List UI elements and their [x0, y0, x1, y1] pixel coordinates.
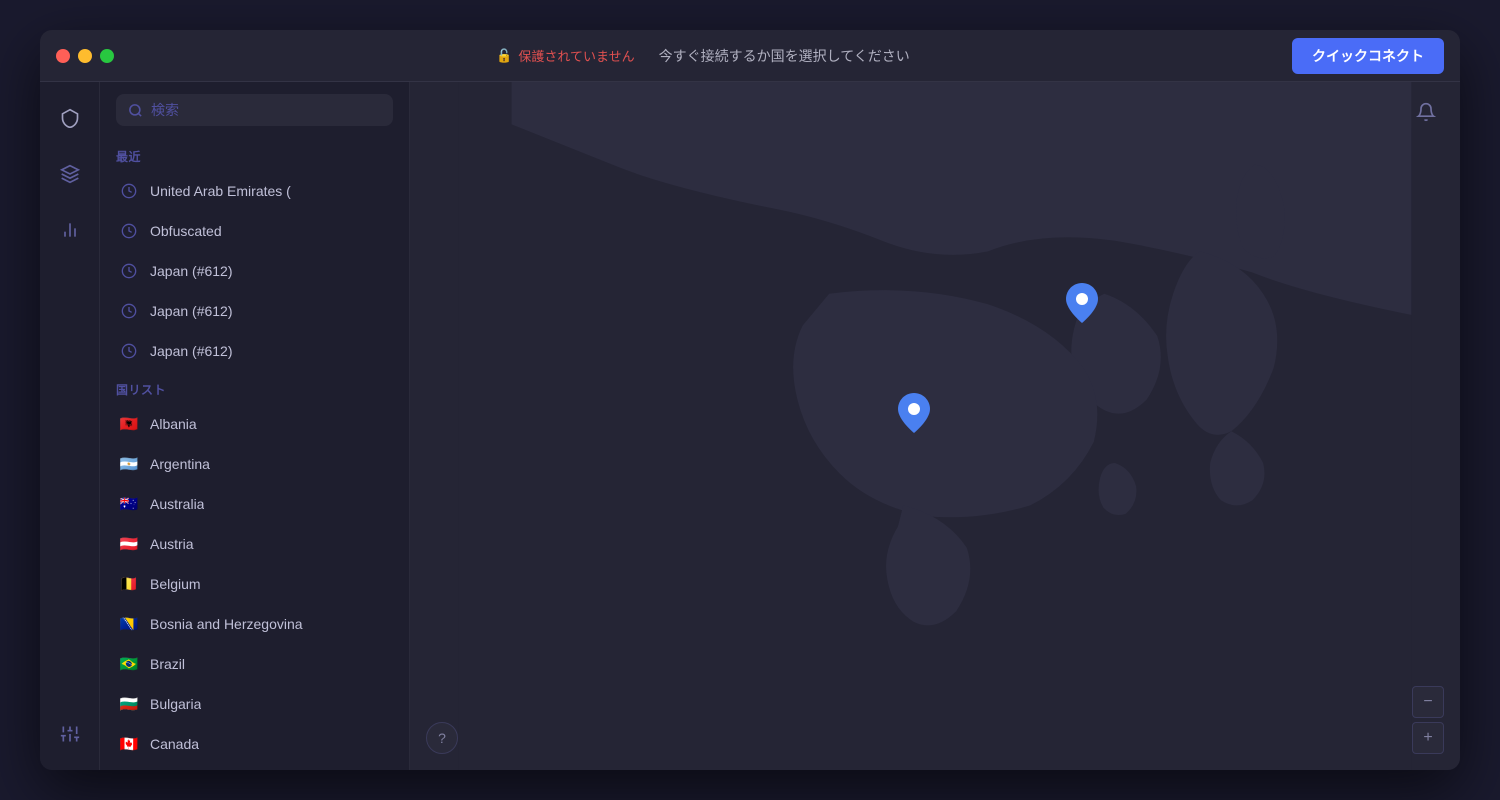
recent-item-japan3[interactable]: Japan (#612) — [108, 331, 401, 371]
flag-bulgaria: 🇧🇬 — [118, 693, 140, 715]
map-pin-1[interactable] — [896, 391, 932, 440]
country-brazil[interactable]: 🇧🇷 Brazil — [108, 644, 401, 684]
recent-item-japan2-name: Japan (#612) — [150, 303, 233, 319]
titlebar-subtitle: 今すぐ接続するか国を選択してください — [659, 46, 910, 66]
recent-section-header: 最近 — [108, 138, 401, 171]
country-austria-name: Austria — [150, 536, 194, 552]
traffic-lights — [56, 49, 114, 63]
map-controls: − + — [1412, 686, 1444, 754]
search-icon — [128, 103, 143, 118]
sidebar-item-stats[interactable] — [50, 210, 90, 250]
map-area: ? − + — [410, 82, 1460, 770]
help-icon: ? — [438, 730, 446, 746]
zoom-out-button[interactable]: − — [1412, 686, 1444, 718]
help-button[interactable]: ? — [426, 722, 458, 754]
flag-austria: 🇦🇹 — [118, 533, 140, 555]
flag-bosnia: 🇧🇦 — [118, 613, 140, 635]
zoom-in-icon: + — [1423, 729, 1432, 747]
country-belgium[interactable]: 🇧🇪 Belgium — [108, 564, 401, 604]
close-button[interactable] — [56, 49, 70, 63]
zoom-out-icon: − — [1423, 693, 1432, 711]
sidebar-item-shield[interactable] — [50, 98, 90, 138]
recent-item-uae[interactable]: United Arab Emirates ( — [108, 171, 401, 211]
country-bulgaria[interactable]: 🇧🇬 Bulgaria — [108, 684, 401, 724]
zoom-in-button[interactable]: + — [1412, 722, 1444, 754]
lock-icon: 🔓 — [496, 48, 512, 64]
recent-clock-icon — [118, 180, 140, 202]
status-text: 保護されていません — [518, 46, 634, 65]
country-albania-name: Albania — [150, 416, 197, 432]
country-brazil-name: Brazil — [150, 656, 185, 672]
recent-clock-icon-4 — [118, 300, 140, 322]
country-austria[interactable]: 🇦🇹 Austria — [108, 524, 401, 564]
map-pin-2[interactable] — [1064, 281, 1100, 330]
quick-connect-button[interactable]: クイックコネクト — [1292, 38, 1444, 74]
country-chile[interactable]: 🇨🇱 Chile — [108, 764, 401, 770]
sidebar — [40, 82, 100, 770]
sidebar-item-settings[interactable] — [50, 714, 90, 754]
flag-albania: 🇦🇱 — [118, 413, 140, 435]
recent-item-japan1[interactable]: Japan (#612) — [108, 251, 401, 291]
country-panel: 最近 United Arab Emirates ( — [100, 82, 410, 770]
country-canada[interactable]: 🇨🇦 Canada — [108, 724, 401, 764]
recent-item-japan3-name: Japan (#612) — [150, 343, 233, 359]
search-input[interactable] — [151, 102, 381, 118]
country-bosnia[interactable]: 🇧🇦 Bosnia and Herzegovina — [108, 604, 401, 644]
main-layout: 最近 United Arab Emirates ( — [40, 82, 1460, 770]
recent-clock-icon-5 — [118, 340, 140, 362]
flag-argentina: 🇦🇷 — [118, 453, 140, 475]
country-australia-name: Australia — [150, 496, 204, 512]
search-bar — [100, 82, 409, 138]
connection-status: 🔓 保護されていません — [496, 46, 634, 65]
titlebar: 🔓 保護されていません 今すぐ接続するか国を選択してください クイックコネクト — [40, 30, 1460, 82]
country-australia[interactable]: 🇦🇺 Australia — [108, 484, 401, 524]
country-belgium-name: Belgium — [150, 576, 201, 592]
notification-button[interactable] — [1408, 94, 1444, 130]
flag-canada: 🇨🇦 — [118, 733, 140, 755]
recent-clock-icon-2 — [118, 220, 140, 242]
recent-item-uae-name: United Arab Emirates ( — [150, 183, 291, 199]
country-argentina-name: Argentina — [150, 456, 210, 472]
recent-item-obfuscated-name: Obfuscated — [150, 223, 222, 239]
search-wrapper[interactable] — [116, 94, 393, 126]
sidebar-item-layers[interactable] — [50, 154, 90, 194]
country-list: 最近 United Arab Emirates ( — [100, 138, 409, 770]
recent-item-japan2[interactable]: Japan (#612) — [108, 291, 401, 331]
country-argentina[interactable]: 🇦🇷 Argentina — [108, 444, 401, 484]
flag-brazil: 🇧🇷 — [118, 653, 140, 675]
country-bulgaria-name: Bulgaria — [150, 696, 201, 712]
recent-clock-icon-3 — [118, 260, 140, 282]
flag-australia: 🇦🇺 — [118, 493, 140, 515]
map-svg — [410, 82, 1460, 770]
recent-item-japan1-name: Japan (#612) — [150, 263, 233, 279]
country-list-section-header: 国リスト — [108, 371, 401, 404]
flag-belgium: 🇧🇪 — [118, 573, 140, 595]
maximize-button[interactable] — [100, 49, 114, 63]
minimize-button[interactable] — [78, 49, 92, 63]
country-bosnia-name: Bosnia and Herzegovina — [150, 616, 303, 632]
titlebar-center: 🔓 保護されていません 今すぐ接続するか国を選択してください — [114, 46, 1292, 66]
recent-item-obfuscated[interactable]: Obfuscated — [108, 211, 401, 251]
country-canada-name: Canada — [150, 736, 199, 752]
country-albania[interactable]: 🇦🇱 Albania — [108, 404, 401, 444]
app-window: 🔓 保護されていません 今すぐ接続するか国を選択してください クイックコネクト — [40, 30, 1460, 770]
